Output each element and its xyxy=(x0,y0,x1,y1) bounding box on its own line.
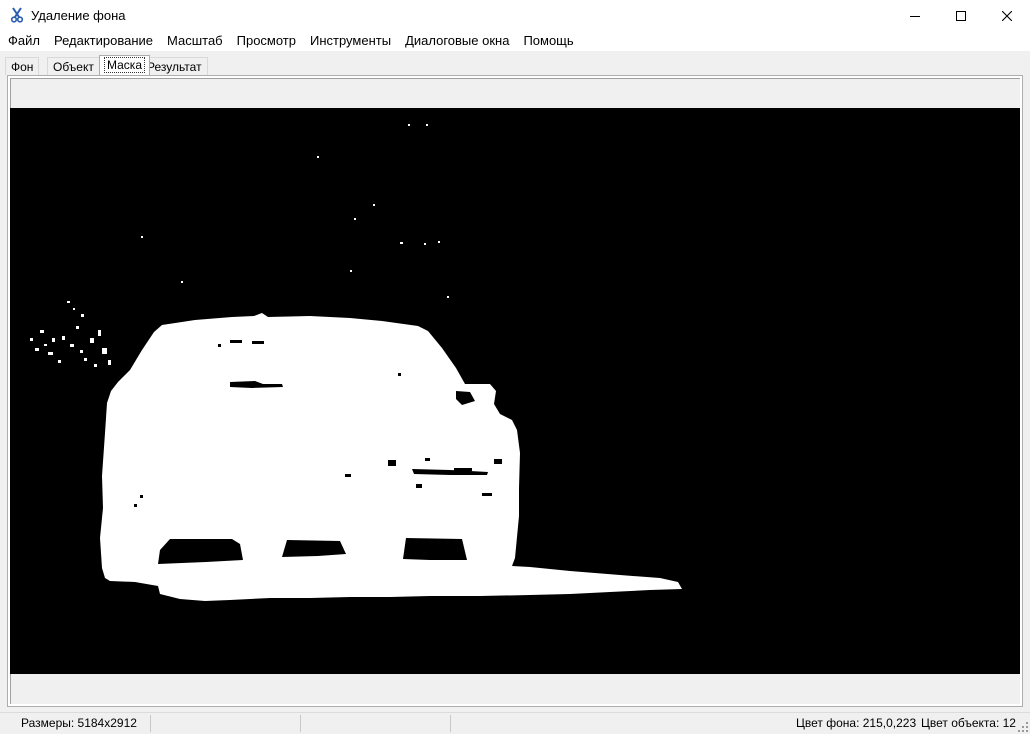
menu-view[interactable]: Просмотр xyxy=(230,31,303,51)
status-object-color: Цвет объекта: 12 xyxy=(921,716,1016,730)
status-divider xyxy=(300,715,301,732)
status-bar: Размеры: 5184x2912 Цвет фона: 215,0,223 … xyxy=(0,712,1030,734)
maximize-button[interactable] xyxy=(938,0,984,31)
menu-zoom[interactable]: Масштаб xyxy=(160,31,230,51)
scissors-icon xyxy=(10,7,24,23)
tab-result[interactable]: Результат xyxy=(141,57,208,75)
mask-image xyxy=(30,124,682,601)
tab-mask[interactable]: Маска xyxy=(99,55,150,75)
tab-mask-label: Маска xyxy=(104,57,145,73)
resize-grip-icon[interactable] xyxy=(1018,722,1028,732)
window-title: Удаление фона xyxy=(31,8,126,23)
maximize-icon xyxy=(956,10,966,21)
status-divider xyxy=(150,715,151,732)
menu-dialogs[interactable]: Диалоговые окна xyxy=(398,31,516,51)
status-divider xyxy=(450,715,451,732)
close-button[interactable] xyxy=(984,0,1030,31)
menu-help[interactable]: Помощь xyxy=(516,31,580,51)
status-background-color: Цвет фона: 215,0,223 xyxy=(796,716,917,730)
menu-tools[interactable]: Инструменты xyxy=(303,31,398,51)
menu-bar: Файл Редактирование Масштаб Просмотр Инс… xyxy=(0,31,1030,51)
minimize-button[interactable] xyxy=(892,0,938,31)
tab-object[interactable]: Объект xyxy=(47,57,100,75)
menu-edit[interactable]: Редактирование xyxy=(47,31,160,51)
tab-background[interactable]: Фон xyxy=(5,57,40,75)
menu-file[interactable]: Файл xyxy=(0,31,47,51)
tab-strip: Фон Объект Маска Результат xyxy=(0,55,1030,75)
status-size: Размеры: 5184x2912 xyxy=(21,716,137,730)
minimize-icon xyxy=(910,15,920,17)
mask-canvas[interactable] xyxy=(10,108,1020,674)
title-bar: Удаление фона xyxy=(0,0,1030,31)
close-icon xyxy=(1002,10,1012,21)
